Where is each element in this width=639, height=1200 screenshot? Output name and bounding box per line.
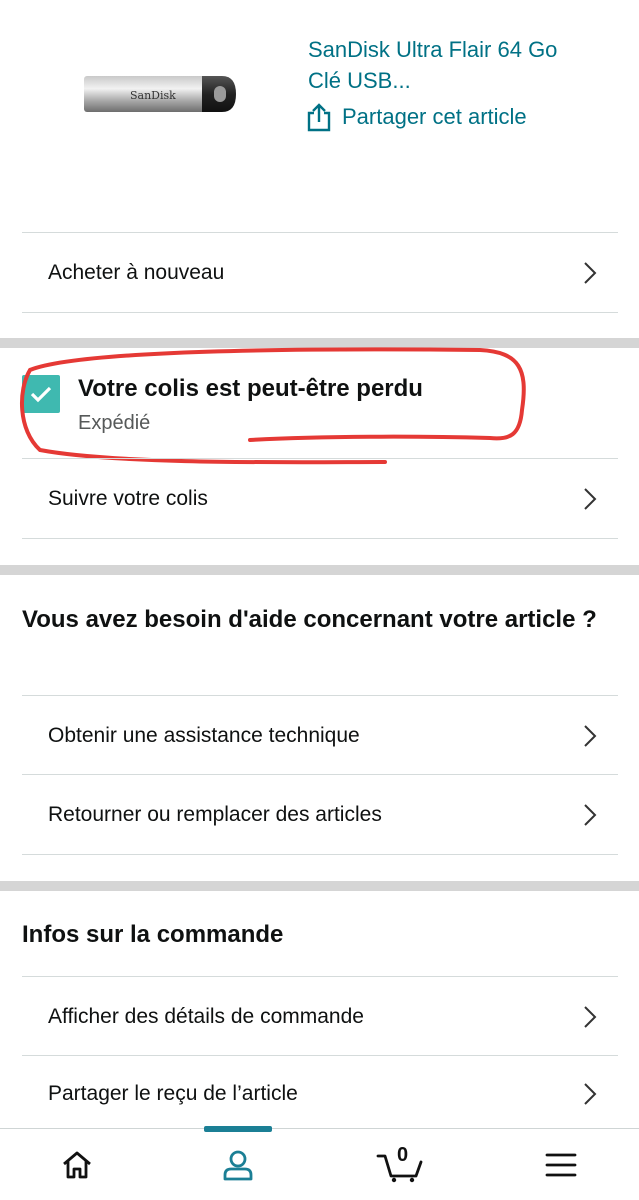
product-image[interactable]: SanDisk [82, 72, 238, 118]
red-annotation-circle [20, 347, 526, 465]
tab-menu[interactable] [536, 1140, 586, 1190]
status-check-badge [22, 375, 60, 413]
row-divider [22, 854, 618, 855]
tab-account[interactable] [213, 1140, 263, 1190]
product-title-line2[interactable]: Clé USB... [308, 65, 608, 96]
section-divider [0, 881, 639, 891]
track-package-row[interactable]: Suivre votre colis [22, 458, 618, 538]
section-divider [0, 338, 639, 348]
buy-again-label: Acheter à nouveau [48, 260, 225, 284]
chevron-right-icon [584, 1005, 597, 1028]
share-receipt-label: Partager le reçu de l’article [48, 1081, 298, 1105]
return-replace-row[interactable]: Retourner ou remplacer des articles [22, 774, 618, 854]
buy-again-row[interactable]: Acheter à nouveau [22, 232, 618, 312]
chevron-right-icon [584, 261, 597, 284]
help-section-title: Vous avez besoin d'aide concernant votre… [22, 606, 597, 633]
chevron-right-icon [584, 487, 597, 510]
track-package-label: Suivre votre colis [48, 486, 208, 510]
section-divider [0, 565, 639, 575]
chevron-right-icon [584, 1082, 597, 1105]
share-receipt-row[interactable]: Partager le reçu de l’article [22, 1055, 618, 1131]
order-details-row[interactable]: Afficher des détails de commande [22, 976, 618, 1056]
product-title-line1[interactable]: SanDisk Ultra Flair 64 Go [308, 34, 608, 65]
status-subtitle: Expédié [78, 412, 151, 434]
product-title[interactable]: SanDisk Ultra Flair 64 Go Clé USB... [308, 34, 608, 96]
chevron-right-icon [584, 803, 597, 826]
product-header: SanDisk SanDisk Ultra Flair 64 Go Clé US… [0, 0, 639, 232]
share-icon [307, 103, 331, 132]
order-details-label: Afficher des détails de commande [48, 1004, 364, 1028]
active-tab-indicator [204, 1126, 272, 1132]
tab-cart[interactable]: 0 [373, 1140, 429, 1190]
home-icon [63, 1151, 91, 1179]
tech-support-label: Obtenir une assistance technique [48, 723, 360, 747]
tab-home[interactable] [52, 1140, 102, 1190]
menu-icon [545, 1153, 577, 1177]
row-divider [22, 312, 618, 313]
product-brand-label: SanDisk [130, 89, 176, 102]
order-info-title: Infos sur la commande [22, 921, 284, 948]
status-title: Votre colis est peut-être perdu [78, 375, 423, 402]
account-icon [223, 1150, 253, 1181]
return-replace-label: Retourner ou remplacer des articles [48, 802, 382, 826]
cart-count-badge: 0 [397, 1144, 409, 1166]
share-label: Partager cet article [342, 104, 527, 129]
row-divider [22, 538, 618, 539]
tech-support-row[interactable]: Obtenir une assistance technique [22, 695, 618, 775]
chevron-right-icon [584, 724, 597, 747]
share-item-button[interactable]: Partager cet article [306, 102, 527, 132]
check-icon [30, 386, 52, 403]
